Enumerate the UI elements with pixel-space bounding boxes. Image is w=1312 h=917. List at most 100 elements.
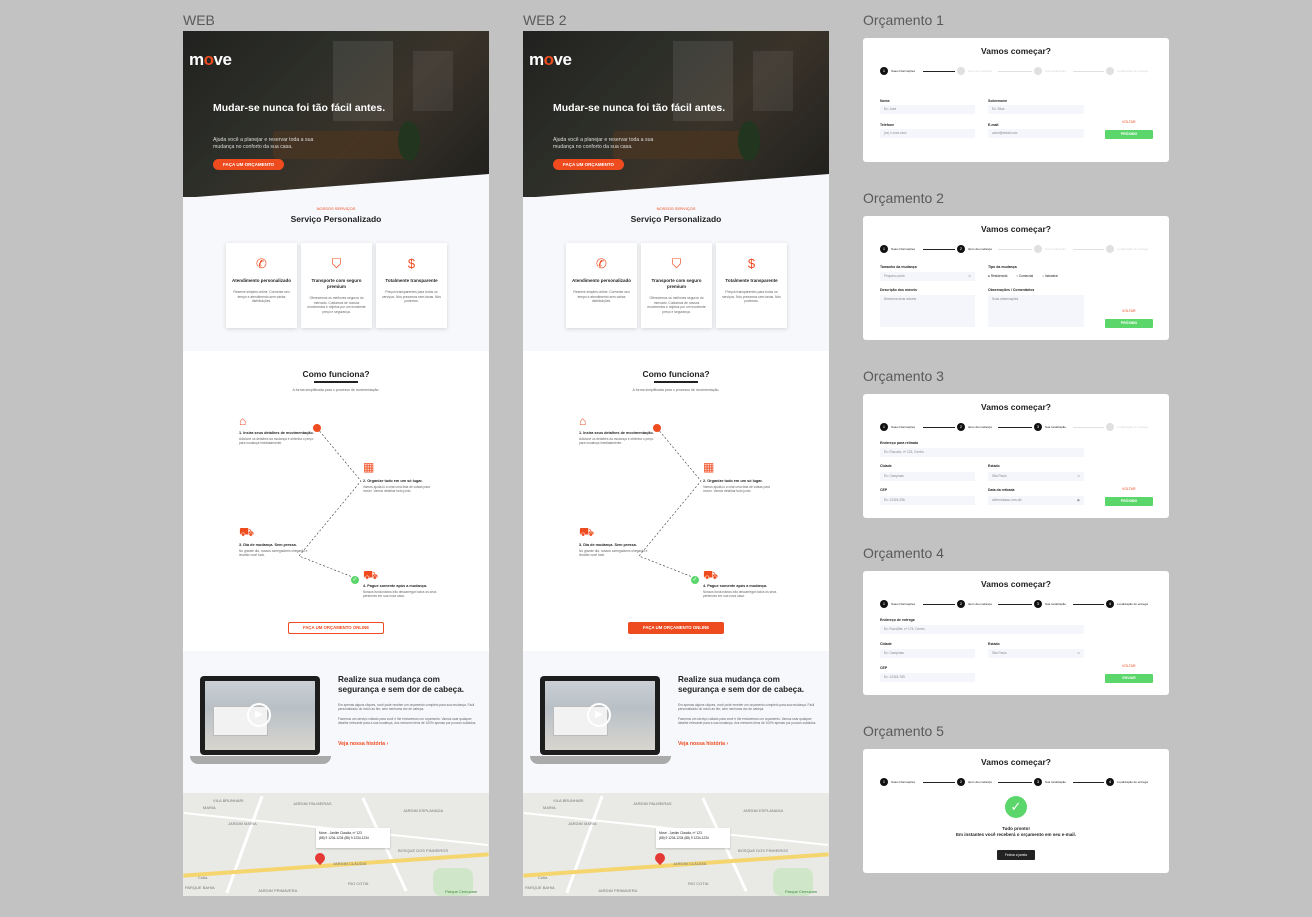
step-circle-3: 3 xyxy=(1034,67,1042,75)
video-thumbnail[interactable]: ▶ xyxy=(205,681,315,750)
endereco-label: Endereço para retirada xyxy=(880,441,919,445)
map-info-card: Move - Jardim Claudia, nº 123 (88) 9 123… xyxy=(316,828,390,848)
radio-industrial[interactable]: ○ Industrial xyxy=(1042,274,1058,278)
cidade-label: Cidade xyxy=(880,642,892,646)
estado-select[interactable]: São Paulo ⊙ xyxy=(988,649,1084,658)
safety-paragraph-2: Fazemos um serviço voltado para você e l… xyxy=(338,717,477,726)
online-quote-button[interactable]: FAÇA UM ORÇAMENTO ONLINE xyxy=(288,622,384,634)
frame-label-orcamento-4: Orçamento 4 xyxy=(863,545,944,561)
hero-subtitle: Ajuda você a planejar e reservar toda a … xyxy=(553,137,654,150)
card-desc: Reserve simples online. Converse seu tem… xyxy=(233,290,290,303)
back-link[interactable]: VOLTAR xyxy=(1122,309,1135,313)
dollar-icon: $ xyxy=(407,256,416,271)
quote-title: Vamos começar? xyxy=(981,402,1051,412)
estado-select[interactable]: São Paulo ⊙ xyxy=(988,472,1084,481)
hero-title: Mudar-se nunca foi tão fácil antes. xyxy=(213,102,386,114)
nome-input[interactable]: Ex: José xyxy=(880,105,975,114)
play-icon[interactable]: ▶ xyxy=(247,703,271,727)
how-subtitle: A forma simplificada para o processo de … xyxy=(292,388,380,392)
send-button[interactable]: ENVIAR xyxy=(1105,674,1153,683)
card-desc: Preços transparentes para todos os servi… xyxy=(382,290,441,303)
cep-input[interactable]: Ex: 12345-256 xyxy=(880,496,975,505)
next-button[interactable]: PRÓXIMO xyxy=(1105,130,1153,139)
tamanho-label: Tamanho da mudança xyxy=(880,265,917,269)
online-quote-button[interactable]: FAÇA UM ORÇAMENTO ONLINE xyxy=(628,622,724,634)
back-link[interactable]: VOLTAR xyxy=(1122,120,1135,124)
obs-textarea[interactable]: Suas observações xyxy=(988,295,1084,327)
cidade-label: Cidade xyxy=(880,464,892,468)
web2-frame: move Mudar-se nunca foi tão fácil antes.… xyxy=(523,31,829,896)
service-card-atendimento: ✆ Atendimento personalizado Reserve simp… xyxy=(566,243,637,328)
hero-quote-button[interactable]: FAÇA UM ORÇAMENTO xyxy=(213,159,284,170)
service-card-transporte: ⛉ Transporte com seguro premium Oferecem… xyxy=(641,243,712,328)
services-title: Serviço Personalizado xyxy=(290,214,382,224)
next-button[interactable]: PRÓXIMO xyxy=(1105,497,1153,506)
services-title: Serviço Personalizado xyxy=(630,214,722,224)
shield-icon: ⛉ xyxy=(331,256,342,271)
sobrenome-label: Sobrenome xyxy=(988,99,1008,103)
safety-paragraph-2: Fazemos um serviço voltado para você e l… xyxy=(678,717,817,726)
step-circle-2: 2 xyxy=(957,67,965,75)
step-circle-4: 4 xyxy=(1106,67,1114,75)
endereco-entrega-input[interactable]: Ex: Rua Afife, nº 175, Centro xyxy=(880,625,1084,634)
telefone-label: Telefone xyxy=(880,123,895,127)
card-desc: Reserve simples online. Converse seu tem… xyxy=(573,290,630,303)
cidade-input[interactable]: Ex: Campinas xyxy=(880,649,975,658)
step-circle-1: 1 xyxy=(880,67,888,75)
tamanho-select[interactable]: Pequeno porte ⊙ xyxy=(880,272,975,281)
stepper: 1 Suas informações 2 Itens da mudança 3 … xyxy=(880,245,1160,255)
endereco-input[interactable]: Ex: Rua abc, nº 123, Centro xyxy=(880,448,1084,457)
next-button[interactable]: PRÓXIMO xyxy=(1105,319,1153,328)
how-title: Como funciona? xyxy=(302,369,370,379)
step-2-desc: Vamos ajudá-lo a criar uma lista de cois… xyxy=(703,485,770,494)
chevron-down-icon: ⊙ xyxy=(968,274,971,278)
location-map[interactable]: VILA BRUNHARI MARIA JARDIM PALMEIRAS JAR… xyxy=(523,793,829,896)
cep-input[interactable]: Ex: 12345-789 xyxy=(880,673,975,682)
chevron-down-icon: ⊙ xyxy=(1077,474,1080,478)
move-logo[interactable]: move xyxy=(529,50,572,70)
sobrenome-input[interactable]: Ex: Silva xyxy=(988,105,1084,114)
quote-title: Vamos começar? xyxy=(981,46,1051,56)
delivery-icon: ⛟ xyxy=(363,568,379,582)
cep-label: CEP xyxy=(880,488,888,492)
our-story-link[interactable]: Veja nossa história › xyxy=(678,741,728,747)
card-title: Atendimento personalizado xyxy=(572,278,632,283)
our-story-link[interactable]: Veja nossa história › xyxy=(338,741,388,747)
nome-label: Nome xyxy=(880,99,890,103)
how-underline xyxy=(314,381,358,383)
radio-residencial[interactable]: ● Residencial xyxy=(988,274,1007,278)
telefone-input[interactable]: (xx) x xxxx-xxxx xyxy=(880,129,975,138)
how-subtitle: A forma simplificada para o processo de … xyxy=(632,388,720,392)
card-desc: Preços transparentes para todos os servi… xyxy=(722,290,781,303)
step-3-title: 3. Dia de mudança. Sem pressa. xyxy=(239,543,297,547)
step-1-title: 1. Insira seus detalhes de movimentação. xyxy=(579,431,654,435)
back-link[interactable]: VOLTAR xyxy=(1122,664,1135,668)
close-window-button[interactable]: Fechar a janela xyxy=(997,850,1035,860)
check-icon: ✓ xyxy=(351,576,359,584)
card-title: Totalmente transparente xyxy=(385,278,438,283)
quote-step-3-card: Vamos começar? 1 Suas informações 2 Iten… xyxy=(863,394,1169,518)
location-map[interactable]: VILA BRUNHARI MARIA JARDIM PALMEIRAS JAR… xyxy=(183,793,489,896)
step-4-title: 4. Pague somente após a mudança. xyxy=(363,584,428,588)
email-input[interactable]: ozeni@email.com xyxy=(988,129,1084,138)
truck-icon: ⛟ xyxy=(239,525,255,539)
cidade-input[interactable]: Ex: Campinas xyxy=(880,472,975,481)
play-icon[interactable]: ▶ xyxy=(587,703,611,727)
step-dot xyxy=(313,424,321,432)
safety-title: Realize sua mudança com segurança e sem … xyxy=(338,675,465,694)
descricao-textarea[interactable]: Descreva seus móveis xyxy=(880,295,975,327)
service-card-transporte: ⛉ Transporte com seguro premium Oferecem… xyxy=(301,243,372,328)
quote-step-1-card: Vamos começar? 1 Suas informações 2 Iten… xyxy=(863,38,1169,162)
card-title: Transporte com seguro premium xyxy=(311,278,362,289)
hero-quote-button[interactable]: FAÇA UM ORÇAMENTO xyxy=(553,159,624,170)
step-3-desc: No grande dia, nossos carregadores chega… xyxy=(239,549,308,558)
data-input[interactable]: dd/mm/aaaa, mm-dd ▣ xyxy=(988,496,1084,505)
map-info-card: Move - Jardim Claudia, nº 123 (88) 9 123… xyxy=(656,828,730,848)
video-thumbnail[interactable]: ▶ xyxy=(545,681,655,750)
data-label: Data da retirada xyxy=(988,488,1015,492)
dollar-icon: $ xyxy=(747,256,756,271)
back-link[interactable]: VOLTAR xyxy=(1122,487,1135,491)
quote-title: Vamos começar? xyxy=(981,579,1051,589)
radio-comercial[interactable]: ○ Comercial xyxy=(1016,274,1033,278)
move-logo[interactable]: move xyxy=(189,50,232,70)
